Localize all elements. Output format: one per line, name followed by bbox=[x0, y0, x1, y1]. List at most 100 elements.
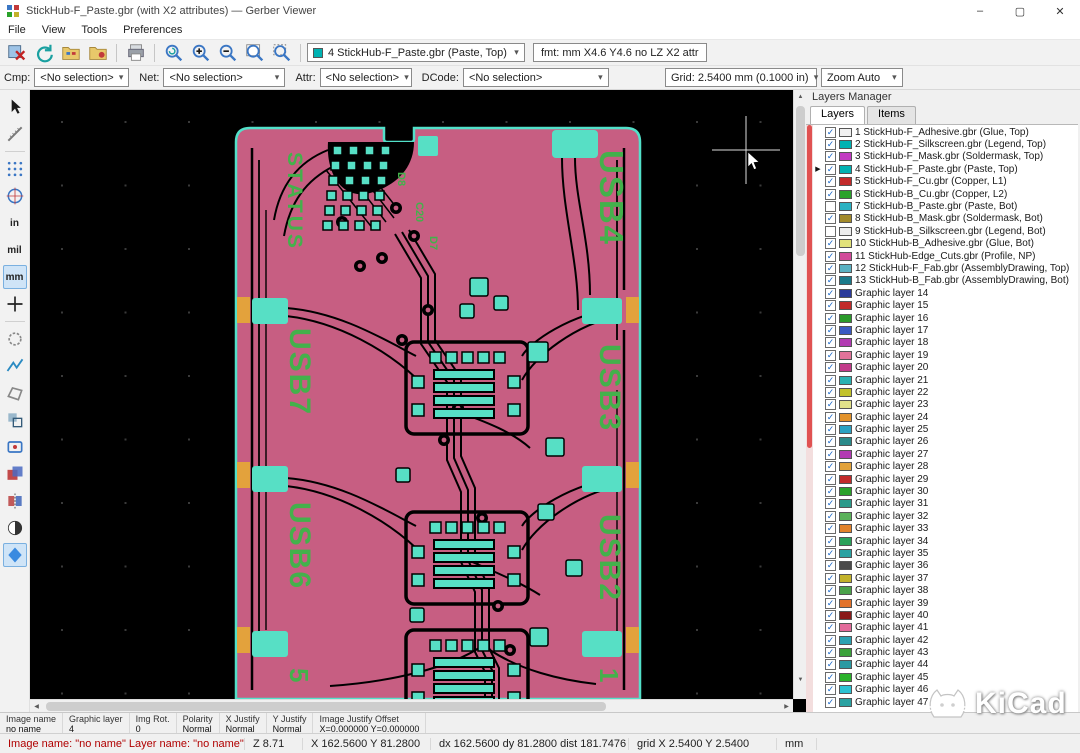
open-drill-button[interactable] bbox=[85, 41, 110, 64]
layers-list-scrollbar[interactable] bbox=[806, 125, 813, 712]
layer-row[interactable]: ✓Graphic layer 21 bbox=[813, 374, 1078, 386]
vertical-scroll-thumb[interactable] bbox=[796, 106, 805, 256]
layer-row[interactable]: ✓Graphic layer 22 bbox=[813, 386, 1078, 398]
net-select[interactable]: <No selection> ▾ bbox=[163, 68, 285, 87]
layer-row[interactable]: ✓Graphic layer 42 bbox=[813, 634, 1078, 646]
pointer-tool-button[interactable] bbox=[3, 95, 27, 119]
layer-color-swatch[interactable] bbox=[839, 276, 852, 285]
layers-scroll-thumb[interactable] bbox=[807, 125, 812, 448]
layer-row[interactable]: ✓Graphic layer 46 bbox=[813, 684, 1078, 696]
zoom-selection-button[interactable] bbox=[269, 41, 294, 64]
layer-visibility-checkbox[interactable]: ✓ bbox=[825, 362, 836, 373]
units-mm-button[interactable]: mm bbox=[3, 265, 27, 289]
grid-toggle-button[interactable] bbox=[3, 157, 27, 181]
layer-visibility-checkbox[interactable]: ✓ bbox=[825, 350, 836, 361]
layer-visibility-checkbox[interactable]: ✓ bbox=[825, 585, 836, 596]
layer-visibility-checkbox[interactable]: ✓ bbox=[825, 697, 836, 708]
layer-visibility-checkbox[interactable]: ✓ bbox=[825, 263, 836, 274]
layer-color-swatch[interactable] bbox=[839, 698, 852, 707]
negative-objects-button[interactable] bbox=[3, 408, 27, 432]
tab-layers[interactable]: Layers bbox=[810, 106, 865, 124]
layer-row[interactable]: ✓Graphic layer 47 bbox=[813, 696, 1078, 708]
layer-visibility-checkbox[interactable]: ✓ bbox=[825, 412, 836, 423]
reload-gerbers-button[interactable] bbox=[31, 41, 56, 64]
layer-visibility-checkbox[interactable]: ✓ bbox=[825, 486, 836, 497]
layer-row[interactable]: ✓2 StickHub-F_Silkscreen.gbr (Legend, To… bbox=[813, 138, 1078, 150]
layer-color-swatch[interactable] bbox=[839, 487, 852, 496]
canvas-horizontal-scrollbar[interactable]: ◀ ▶ bbox=[30, 699, 793, 712]
layer-row[interactable]: ✓Graphic layer 15 bbox=[813, 299, 1078, 311]
layer-color-swatch[interactable] bbox=[839, 376, 852, 385]
open-gerber-button[interactable] bbox=[58, 41, 83, 64]
layer-visibility-checkbox[interactable]: ✓ bbox=[825, 176, 836, 187]
layer-visibility-checkbox[interactable]: ✓ bbox=[825, 635, 836, 646]
layer-row[interactable]: ✓1 StickHub-F_Adhesive.gbr (Glue, Top) bbox=[813, 126, 1078, 138]
layer-row[interactable]: ✓Graphic layer 19 bbox=[813, 349, 1078, 361]
layer-row[interactable]: ✓13 StickHub-B_Fab.gbr (AssemblyDrawing,… bbox=[813, 275, 1078, 287]
dcode-select[interactable]: <No selection> ▾ bbox=[463, 68, 609, 87]
layer-row[interactable]: ✓Graphic layer 37 bbox=[813, 572, 1078, 584]
layer-visibility-checkbox[interactable]: ✓ bbox=[825, 610, 836, 621]
sketch-polygons-button[interactable] bbox=[3, 381, 27, 405]
layer-visibility-checkbox[interactable]: ✓ bbox=[825, 325, 836, 336]
canvas-vertical-scrollbar[interactable]: ▲ ▼ bbox=[793, 90, 806, 699]
layer-color-swatch[interactable] bbox=[839, 512, 852, 521]
layer-visibility-checkbox[interactable]: ✓ bbox=[825, 300, 836, 311]
layer-visibility-checkbox[interactable] bbox=[825, 226, 836, 237]
sketch-lines-button[interactable] bbox=[3, 354, 27, 378]
layer-color-swatch[interactable] bbox=[839, 450, 852, 459]
layer-row[interactable]: ✓5 StickHub-F_Cu.gbr (Copper, L1) bbox=[813, 176, 1078, 188]
layer-row[interactable]: ✓Graphic layer 30 bbox=[813, 485, 1078, 497]
layer-color-swatch[interactable] bbox=[839, 537, 852, 546]
layer-visibility-checkbox[interactable]: ✓ bbox=[825, 238, 836, 249]
layer-row[interactable]: ✓Graphic layer 44 bbox=[813, 659, 1078, 671]
layer-row[interactable]: ✓Graphic layer 24 bbox=[813, 411, 1078, 423]
layer-row[interactable]: ✓Graphic layer 38 bbox=[813, 584, 1078, 596]
layer-color-swatch[interactable] bbox=[839, 338, 852, 347]
layer-visibility-checkbox[interactable]: ✓ bbox=[825, 288, 836, 299]
layer-visibility-checkbox[interactable]: ✓ bbox=[825, 139, 836, 150]
canvas-area[interactable]: STATUS USB7 USB6 5 USB4 USB3 USB2 1 D8 C… bbox=[30, 90, 806, 712]
layer-row[interactable]: ✓Graphic layer 36 bbox=[813, 560, 1078, 572]
layer-color-swatch[interactable] bbox=[839, 252, 852, 261]
diff-mode-button[interactable] bbox=[3, 462, 27, 486]
layer-row[interactable]: ✓Graphic layer 29 bbox=[813, 473, 1078, 485]
layer-color-swatch[interactable] bbox=[839, 289, 852, 298]
layer-row[interactable]: ✓Graphic layer 27 bbox=[813, 448, 1078, 460]
layer-visibility-checkbox[interactable]: ✓ bbox=[825, 313, 836, 324]
layer-color-swatch[interactable] bbox=[839, 499, 852, 508]
layer-row[interactable]: ✓Graphic layer 45 bbox=[813, 671, 1078, 683]
layer-color-swatch[interactable] bbox=[839, 202, 852, 211]
sketch-flashed-button[interactable] bbox=[3, 327, 27, 351]
layer-row[interactable]: ✓Graphic layer 20 bbox=[813, 361, 1078, 373]
layer-visibility-checkbox[interactable] bbox=[825, 201, 836, 212]
layer-row[interactable]: ✓3 StickHub-F_Mask.gbr (Soldermask, Top) bbox=[813, 151, 1078, 163]
layer-color-swatch[interactable] bbox=[839, 586, 852, 595]
cmp-select[interactable]: <No selection> ▾ bbox=[34, 68, 129, 87]
layer-row[interactable]: ✓Graphic layer 26 bbox=[813, 436, 1078, 448]
maximize-button[interactable]: ▢ bbox=[1000, 0, 1040, 22]
zoom-redraw-button[interactable] bbox=[161, 41, 186, 64]
layer-color-swatch[interactable] bbox=[839, 648, 852, 657]
menu-file[interactable]: File bbox=[0, 22, 34, 39]
print-button[interactable] bbox=[123, 41, 148, 64]
horizontal-scroll-thumb[interactable] bbox=[46, 702, 606, 711]
layer-color-swatch[interactable] bbox=[839, 623, 852, 632]
layer-row[interactable]: ✓6 StickHub-B_Cu.gbr (Copper, L2) bbox=[813, 188, 1078, 200]
layer-visibility-checkbox[interactable]: ✓ bbox=[825, 436, 836, 447]
layer-row[interactable]: ✓Graphic layer 39 bbox=[813, 597, 1078, 609]
layer-visibility-checkbox[interactable]: ✓ bbox=[825, 399, 836, 410]
layer-visibility-checkbox[interactable]: ✓ bbox=[825, 474, 836, 485]
zoom-select[interactable]: Zoom Auto ▾ bbox=[821, 68, 903, 87]
layer-row[interactable]: 9 StickHub-B_Silkscreen.gbr (Legend, Bot… bbox=[813, 225, 1078, 237]
layer-color-swatch[interactable] bbox=[839, 152, 852, 161]
layer-color-swatch[interactable] bbox=[839, 636, 852, 645]
layer-color-swatch[interactable] bbox=[839, 239, 852, 248]
layer-visibility-checkbox[interactable]: ✓ bbox=[825, 251, 836, 262]
layer-color-swatch[interactable] bbox=[839, 524, 852, 533]
layer-row[interactable]: ▶✓4 StickHub-F_Paste.gbr (Paste, Top) bbox=[813, 163, 1078, 175]
active-layer-select[interactable]: 4 StickHub-F_Paste.gbr (Paste, Top) ▾ bbox=[307, 43, 525, 62]
layer-visibility-checkbox[interactable]: ✓ bbox=[825, 684, 836, 695]
layer-row[interactable]: ✓Graphic layer 32 bbox=[813, 510, 1078, 522]
menu-tools[interactable]: Tools bbox=[73, 22, 115, 39]
